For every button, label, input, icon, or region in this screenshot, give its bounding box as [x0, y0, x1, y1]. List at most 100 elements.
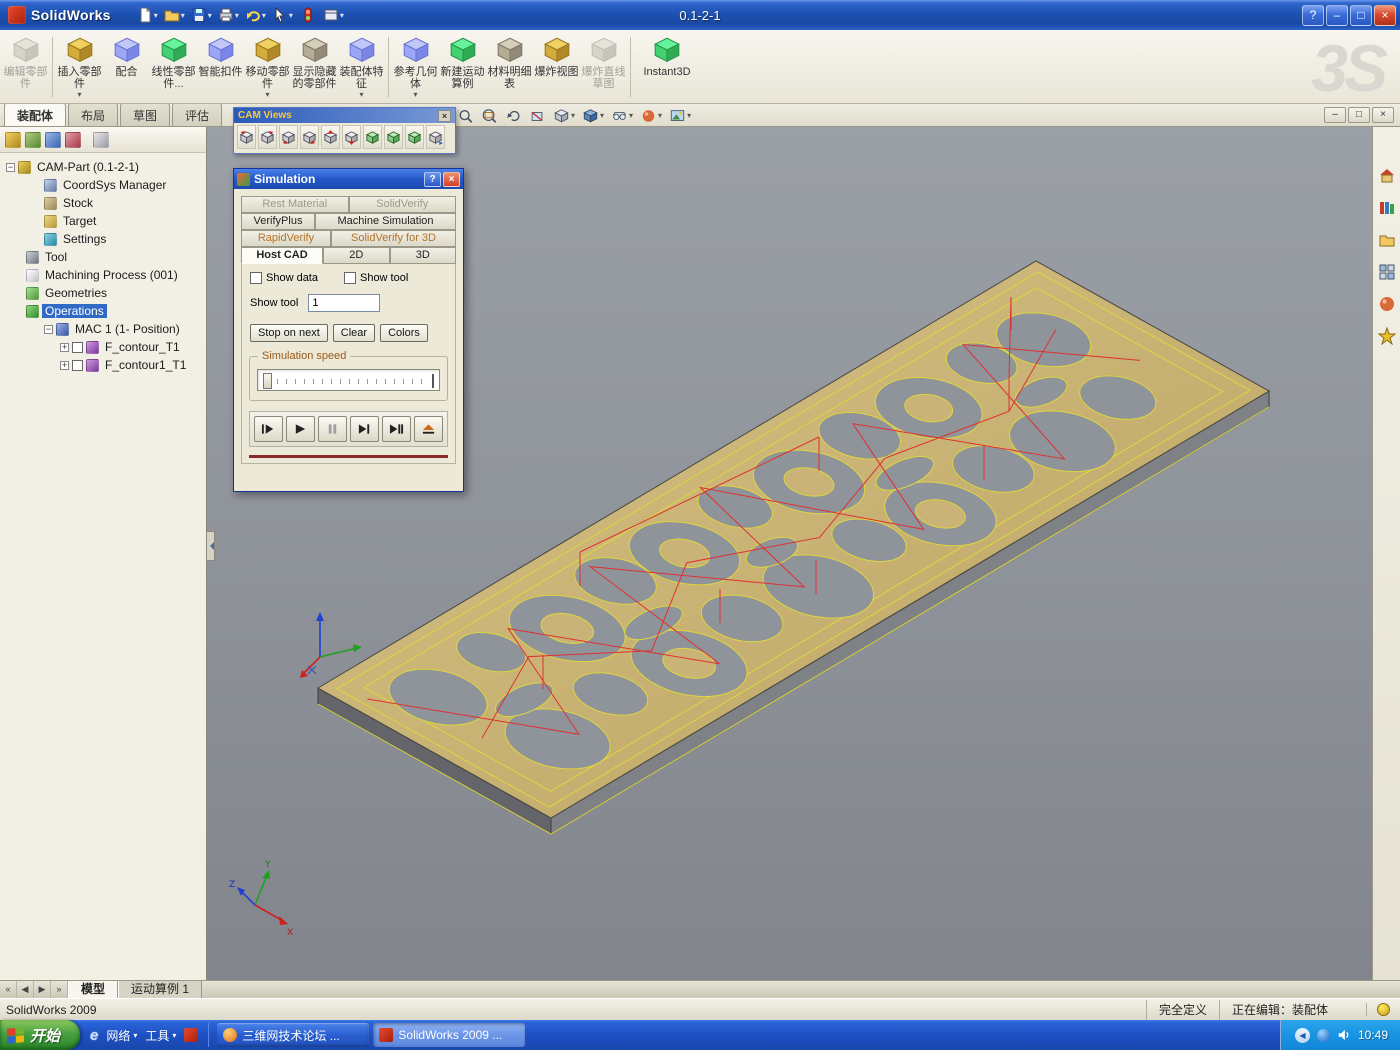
tree-item-settings[interactable]: Settings: [0, 230, 206, 248]
cam-views-titlebar[interactable]: CAM Views ×: [234, 108, 455, 123]
view-x-plus-icon[interactable]: [237, 125, 256, 149]
tray-network-icon[interactable]: [1316, 1028, 1330, 1042]
tree-item-tool[interactable]: Tool: [0, 248, 206, 266]
simulation-help-button[interactable]: ?: [424, 171, 441, 187]
play-to-end-button[interactable]: [350, 416, 379, 442]
dropdown-arrow-icon[interactable]: ▾: [600, 112, 604, 120]
tab-model[interactable]: 模型: [68, 981, 119, 998]
section-view-icon[interactable]: [527, 106, 548, 125]
help-button[interactable]: ?: [1302, 4, 1324, 26]
rebuild-button[interactable]: [297, 4, 319, 26]
edit-appearance-icon[interactable]: ▾: [638, 106, 664, 125]
ribbon-button-mate[interactable]: 配合: [103, 32, 150, 102]
colors-button[interactable]: Colors: [380, 324, 428, 342]
view-y-minus-icon[interactable]: [300, 125, 319, 149]
view-z-plus-icon[interactable]: [321, 125, 340, 149]
view-z-minus-icon[interactable]: [342, 125, 361, 149]
view-settings-button[interactable]: ▾: [321, 4, 346, 26]
ribbon-button-explode-line-sketch[interactable]: 爆炸直线草图: [580, 32, 627, 102]
expand-icon[interactable]: +: [60, 360, 69, 370]
doc-close-button[interactable]: ×: [1372, 107, 1394, 123]
dropdown-arrow-icon[interactable]: ▾: [687, 112, 691, 120]
view-iso-xyz-icon[interactable]: [363, 125, 382, 149]
close-button[interactable]: ×: [1374, 4, 1396, 26]
simulation-close-button[interactable]: ×: [443, 171, 460, 187]
operation-checkbox[interactable]: [72, 341, 83, 353]
tab-verifyplus[interactable]: VerifyPlus: [241, 213, 315, 230]
new-document-button[interactable]: ▾: [135, 4, 160, 26]
tree-item-machining-process[interactable]: Machining Process (001): [0, 266, 206, 284]
tab-sketch[interactable]: 草图: [120, 103, 171, 126]
open-document-button[interactable]: ▾: [162, 4, 187, 26]
first-tab-button[interactable]: «: [0, 981, 17, 998]
ribbon-button-show-hidden-components[interactable]: 显示隐藏的零部件: [291, 32, 338, 102]
ribbon-button-bill-of-materials[interactable]: 材料明细表: [486, 32, 533, 102]
view-iso-back-icon[interactable]: [405, 125, 424, 149]
tree-item-cam-part[interactable]: − CAM-Part (0.1-2-1): [0, 158, 206, 176]
prev-tab-button[interactable]: ◀: [17, 981, 34, 998]
last-tab-button[interactable]: »: [51, 981, 68, 998]
ribbon-button-new-motion-study[interactable]: 新建运动算例: [439, 32, 486, 102]
ribbon-button-edit-component[interactable]: 编辑零部件: [2, 32, 49, 102]
zoom-fit-icon[interactable]: [455, 106, 476, 125]
tab-rest-material[interactable]: Rest Material: [241, 196, 349, 213]
panel-collapse-arrow[interactable]: [207, 531, 215, 561]
view-x-minus-icon[interactable]: [258, 125, 277, 149]
view-y-plus-icon[interactable]: [279, 125, 298, 149]
configurationmanager-tab-icon[interactable]: [45, 131, 61, 148]
single-step-button[interactable]: [254, 416, 283, 442]
save-button[interactable]: ▾: [189, 4, 214, 26]
ribbon-button-exploded-view[interactable]: 爆炸视图: [533, 32, 580, 102]
minimize-button[interactable]: –: [1326, 4, 1348, 26]
dropdown-arrow-icon[interactable]: ▾: [235, 11, 239, 20]
dropdown-arrow-icon[interactable]: ▾: [629, 112, 633, 120]
tree-item-target[interactable]: Target: [0, 212, 206, 230]
doc-minimize-button[interactable]: –: [1324, 107, 1346, 123]
dropdown-arrow-icon[interactable]: ▾: [658, 112, 662, 120]
dropdown-arrow-icon[interactable]: ▾: [359, 91, 363, 99]
tab-machine-simulation[interactable]: Machine Simulation: [315, 213, 456, 230]
show-tool-checkbox-row[interactable]: Show tool: [343, 272, 408, 284]
dropdown-arrow-icon[interactable]: ▾: [154, 11, 158, 20]
tab-3d[interactable]: 3D: [389, 247, 456, 264]
tab-solidverify-for-3d[interactable]: SolidVerify for 3D: [331, 230, 456, 247]
view-palette-icon[interactable]: [1376, 261, 1398, 283]
ribbon-button-insert-component[interactable]: 插入零部件 ▾: [56, 32, 103, 102]
doc-restore-button[interactable]: □: [1348, 107, 1370, 123]
expand-icon[interactable]: +: [60, 342, 69, 352]
slider-thumb[interactable]: [263, 373, 272, 389]
tree-item-f-contour-t1[interactable]: + F_contour_T1: [0, 338, 206, 356]
cam-views-close-button[interactable]: ×: [438, 109, 451, 122]
view-orientation-icon[interactable]: ▾: [551, 106, 577, 125]
show-tool-checkbox[interactable]: [343, 272, 356, 284]
ribbon-button-smart-fasteners[interactable]: 智能扣件: [197, 32, 244, 102]
dropdown-arrow-icon[interactable]: ▾: [340, 11, 344, 20]
design-library-icon[interactable]: [1376, 197, 1398, 219]
show-data-checkbox[interactable]: [250, 272, 262, 284]
dropdown-arrow-icon[interactable]: ▾: [133, 1031, 137, 1040]
apply-scene-icon[interactable]: ▾: [667, 106, 693, 125]
ribbon-button-move-component[interactable]: 移动零部件 ▾: [244, 32, 291, 102]
dropdown-arrow-icon[interactable]: ▾: [289, 11, 293, 20]
previous-view-icon[interactable]: [503, 106, 524, 125]
next-tab-button[interactable]: ▶: [34, 981, 51, 998]
displaymanager-tab-icon[interactable]: [93, 131, 109, 148]
dropdown-arrow-icon[interactable]: ▾: [265, 91, 269, 99]
tab-evaluate[interactable]: 评估: [172, 103, 223, 126]
ribbon-button-assembly-features[interactable]: 装配体特征 ▾: [338, 32, 385, 102]
dropdown-arrow-icon[interactable]: ▾: [413, 91, 417, 99]
tab-rapidverify[interactable]: RapidVerify: [241, 230, 331, 247]
show-data-checkbox-row[interactable]: Show data: [250, 272, 318, 284]
tab-assembly[interactable]: 装配体: [4, 103, 67, 126]
tree-item-f-contour1-t1[interactable]: + F_contour1_T1: [0, 356, 206, 374]
task-button-solidworks[interactable]: SolidWorks 2009 ...: [373, 1023, 526, 1047]
solidworks-resources-icon[interactable]: [1376, 165, 1398, 187]
ribbon-button-reference-geometry[interactable]: 参考几何体 ▾: [392, 32, 439, 102]
tree-item-coordsys-manager[interactable]: CoordSys Manager: [0, 176, 206, 194]
display-style-icon[interactable]: ▾: [580, 106, 606, 125]
internet-explorer-icon[interactable]: e: [90, 1027, 98, 1044]
restore-button[interactable]: □: [1350, 4, 1372, 26]
start-button[interactable]: 开始: [0, 1020, 81, 1050]
clear-button[interactable]: Clear: [332, 324, 376, 342]
collapse-icon[interactable]: −: [44, 324, 53, 334]
